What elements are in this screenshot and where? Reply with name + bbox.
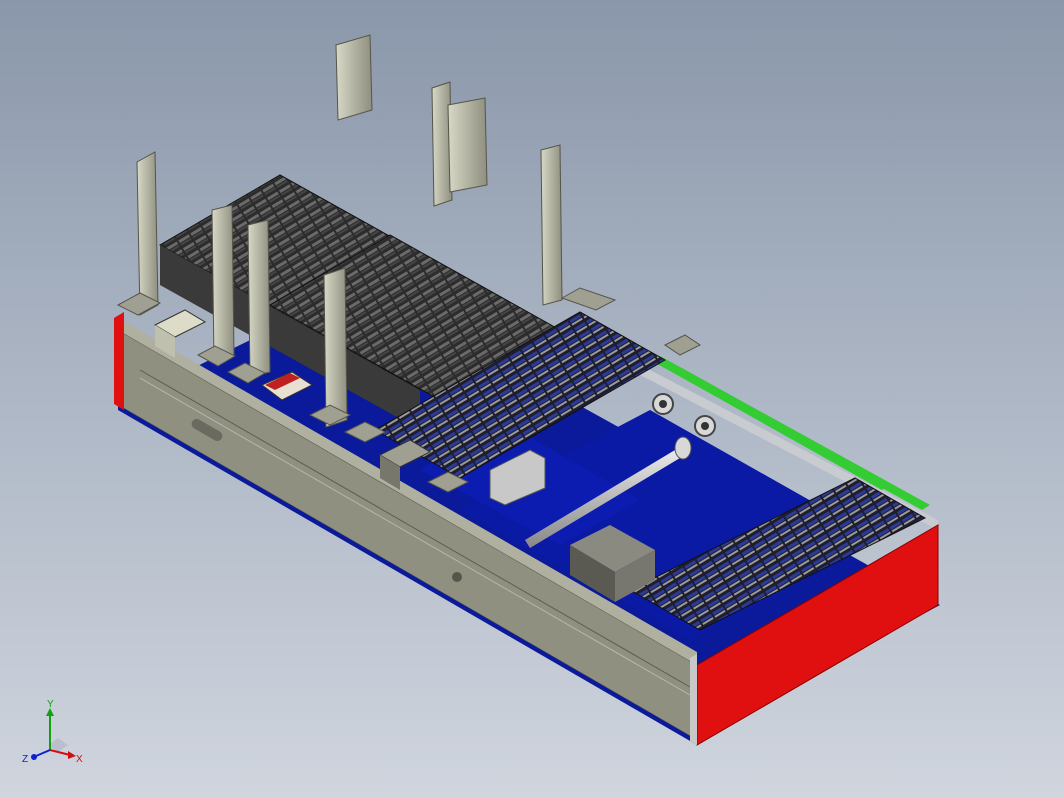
z-axis-head	[31, 754, 37, 760]
x-axis-arrow	[68, 751, 76, 759]
z-axis-line	[35, 749, 51, 757]
triad-axes	[31, 708, 76, 760]
y-axis-label: Y	[47, 700, 54, 710]
coordinate-triad: Y X Z	[22, 700, 83, 765]
z-axis-label: Z	[22, 754, 28, 765]
machine-model[interactable]	[0, 0, 1064, 798]
graphics-viewport[interactable]: Y X Z	[0, 0, 1064, 798]
left-end-plate	[114, 312, 124, 410]
x-axis-label: X	[76, 754, 83, 765]
x-axis-line	[49, 749, 71, 756]
rail-hole	[452, 572, 462, 582]
